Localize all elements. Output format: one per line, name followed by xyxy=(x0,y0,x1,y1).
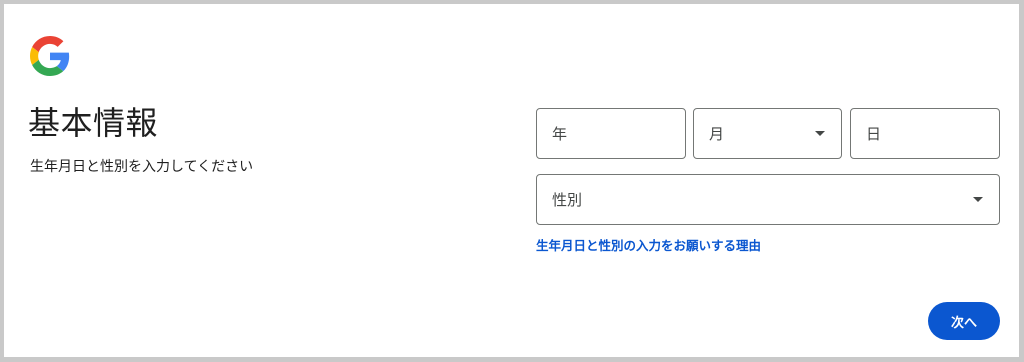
signup-card: 基本情報 生年月日と性別を入力してください 年 月 日 性別 生年月日と性別の入… xyxy=(4,4,1019,357)
gender-select-label: 性別 xyxy=(552,191,583,209)
page-subtitle: 生年月日と性別を入力してください xyxy=(30,159,254,175)
year-field-label: 年 xyxy=(552,125,568,143)
year-field[interactable]: 年 xyxy=(536,108,686,159)
page-title: 基本情報 xyxy=(28,104,159,142)
dropdown-arrow-icon xyxy=(973,197,983,202)
day-field[interactable]: 日 xyxy=(850,108,1000,159)
day-field-label: 日 xyxy=(866,125,882,143)
google-logo-icon xyxy=(30,36,70,76)
gender-select[interactable]: 性別 xyxy=(536,174,1000,225)
month-select-label: 月 xyxy=(709,125,725,143)
next-button[interactable]: 次へ xyxy=(928,302,1000,340)
why-we-ask-link[interactable]: 生年月日と性別の入力をお願いする理由 xyxy=(536,235,761,254)
month-select[interactable]: 月 xyxy=(693,108,842,159)
dropdown-arrow-icon xyxy=(815,131,825,136)
